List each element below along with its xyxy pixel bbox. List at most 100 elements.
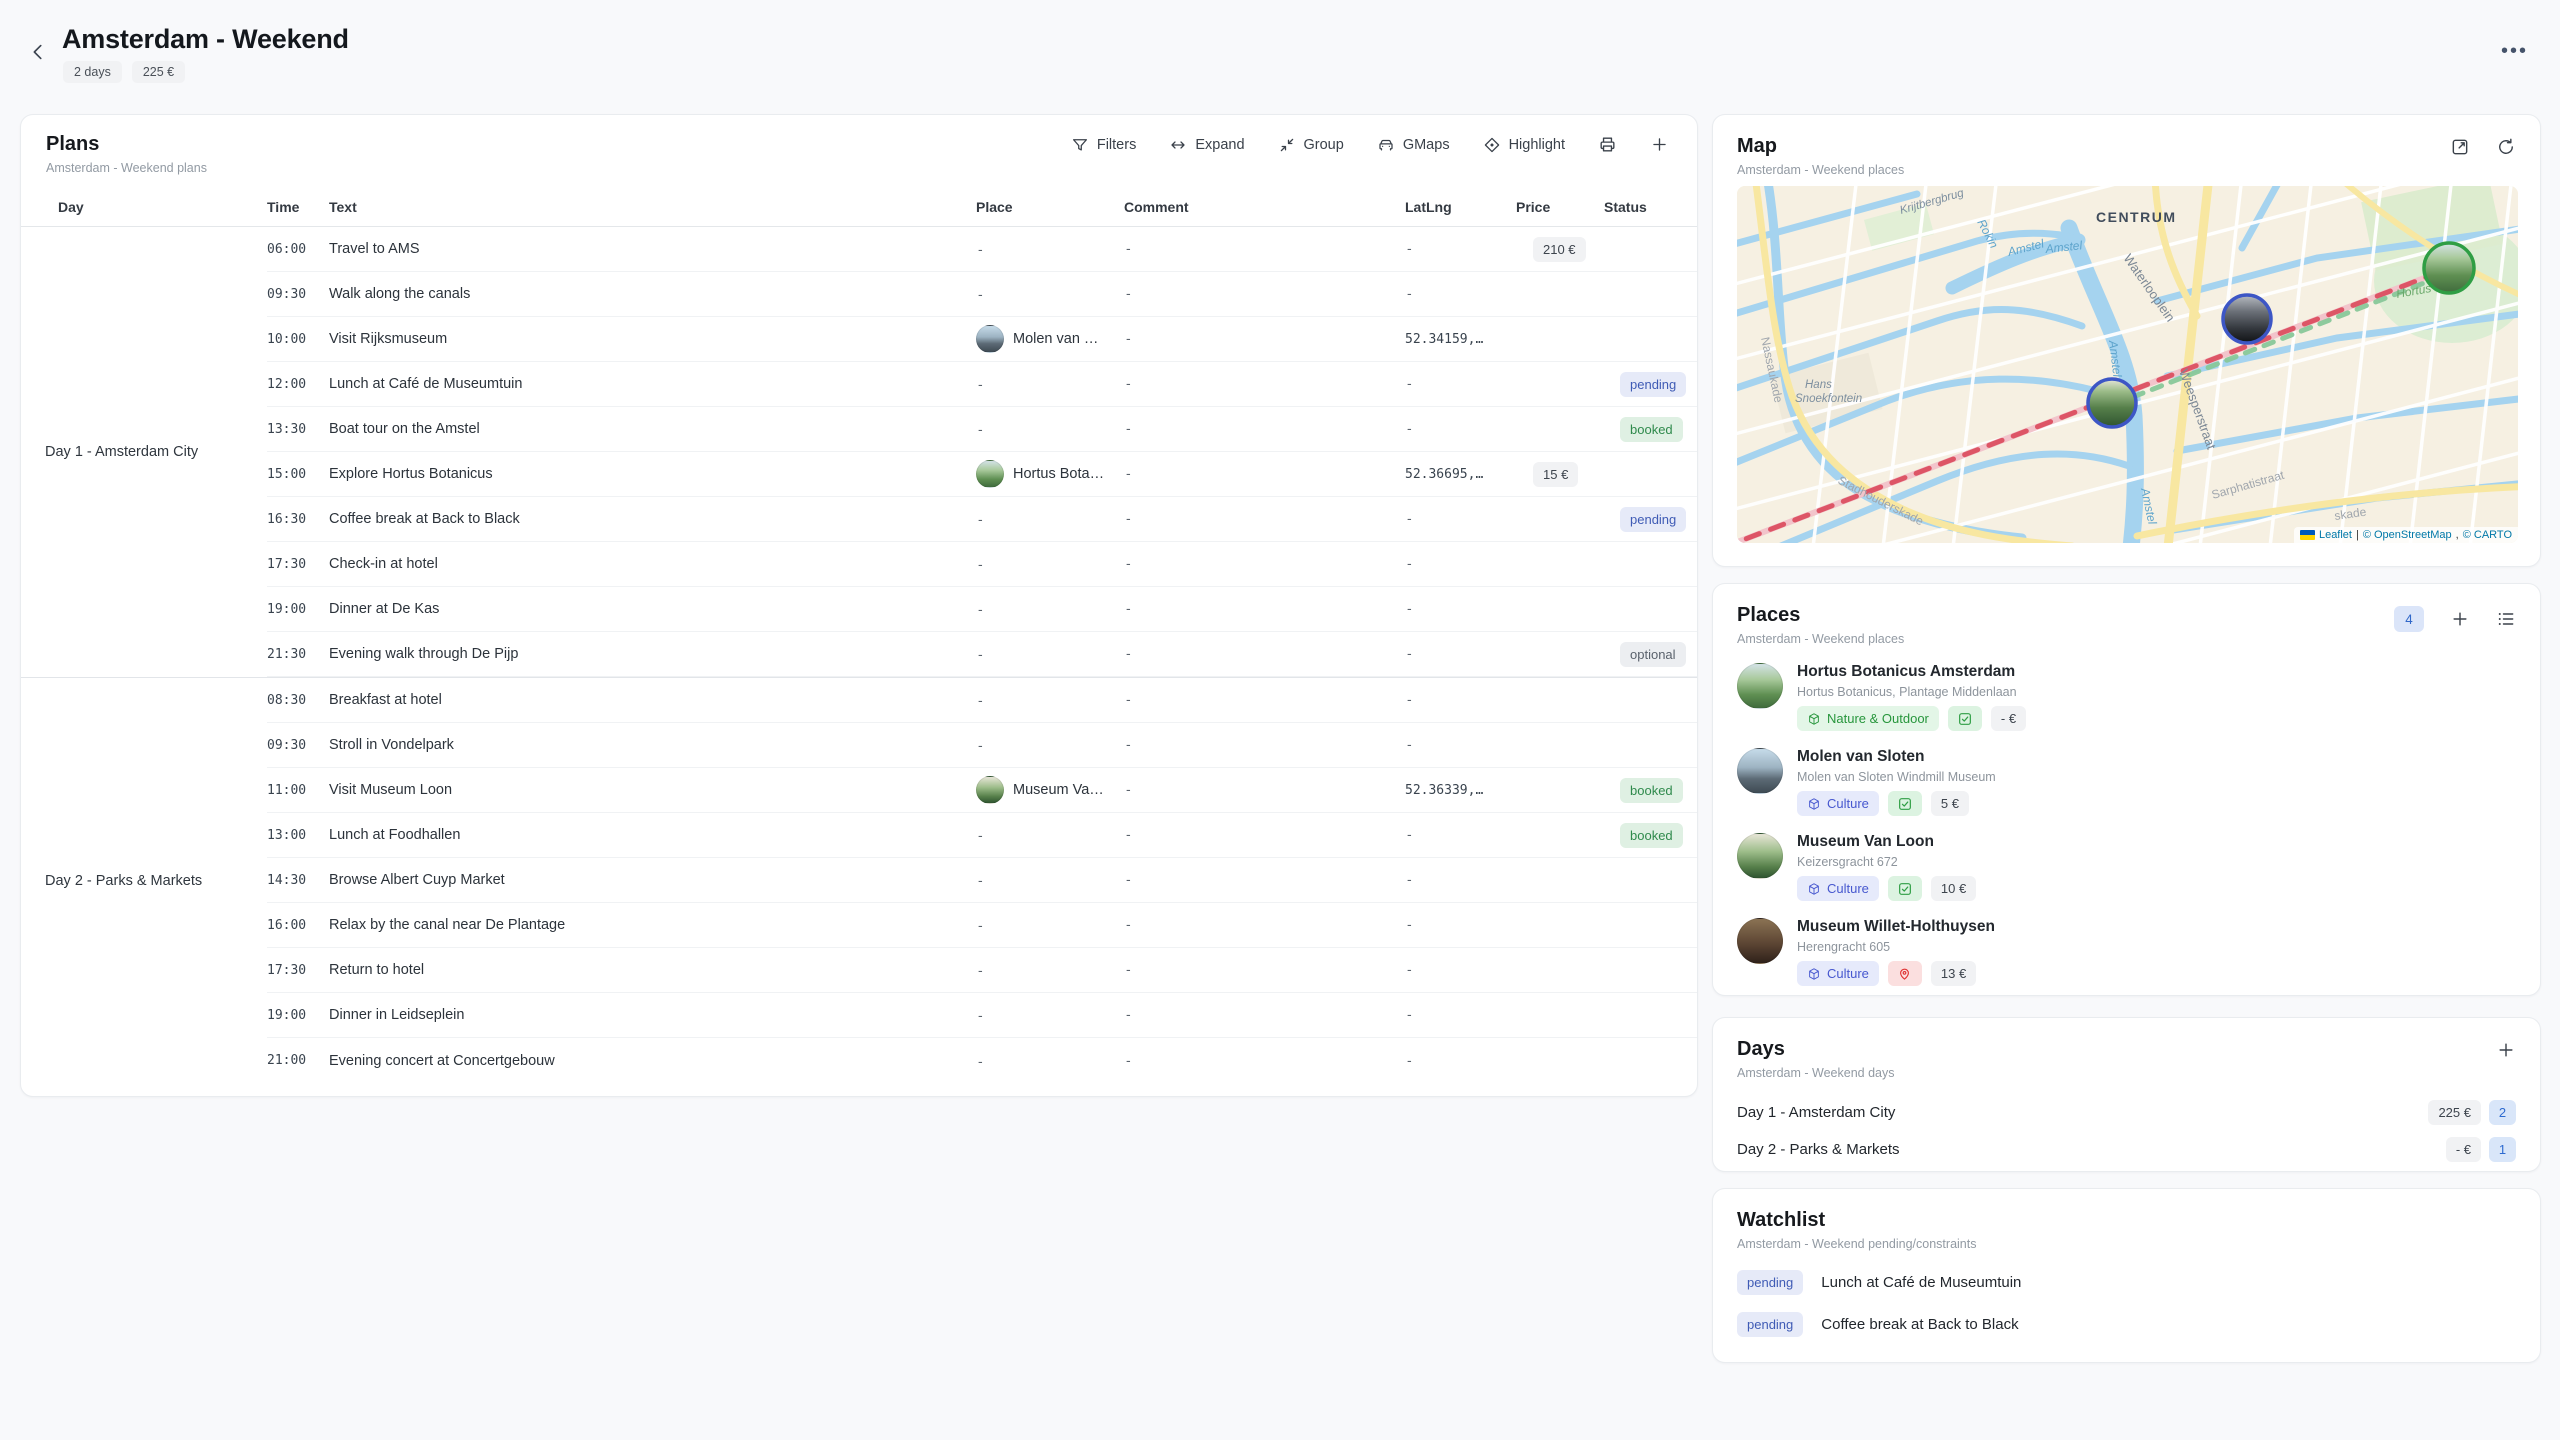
watchlist-header: Watchlist Amsterdam - Weekend pending/co… bbox=[1713, 1189, 2540, 1251]
map-title: Map bbox=[1737, 135, 2516, 158]
toolbar-filters-button[interactable]: Filters bbox=[1071, 136, 1136, 154]
plan-status: pending bbox=[1604, 507, 1698, 532]
plan-day-group: Day 1 - Amsterdam City06:00Travel to AMS… bbox=[21, 227, 1697, 677]
plan-text: Check-in at hotel bbox=[329, 556, 976, 572]
column-header-place[interactable]: Place bbox=[976, 199, 1124, 215]
plan-time: 09:30 bbox=[267, 287, 329, 302]
plan-row[interactable]: 19:00Dinner at De Kas--- bbox=[267, 587, 1698, 632]
plan-time: 16:00 bbox=[267, 918, 329, 933]
empty-value: - bbox=[1124, 1052, 1131, 1068]
plan-place: - bbox=[976, 1007, 1124, 1023]
plan-text: Explore Hortus Botanicus bbox=[329, 466, 976, 482]
toolbar-highlight-label: Highlight bbox=[1509, 137, 1565, 153]
map-label: Hans bbox=[1805, 379, 1832, 391]
carto-link[interactable]: © CARTO bbox=[2463, 529, 2512, 541]
category-tag: Nature & Outdoor bbox=[1797, 706, 1939, 731]
arrows-h-icon bbox=[1169, 136, 1187, 154]
plan-text: Stroll in Vondelpark bbox=[329, 737, 976, 753]
days-panel: Days Amsterdam - Weekend days Day 1 - Am… bbox=[1712, 1017, 2541, 1172]
place-list-item[interactable]: Molen van SlotenMolen van Sloten Windmil… bbox=[1713, 748, 2540, 816]
map-refresh-button[interactable] bbox=[2496, 137, 2516, 157]
print-button[interactable] bbox=[1598, 135, 1617, 154]
empty-value: - bbox=[976, 376, 983, 392]
plan-row[interactable]: 17:30Check-in at hotel--- bbox=[267, 542, 1698, 587]
plan-comment: - bbox=[1124, 691, 1405, 709]
add-plan-button[interactable] bbox=[1650, 135, 1669, 154]
plan-row[interactable]: 13:00Lunch at Foodhallen---booked bbox=[267, 813, 1698, 858]
empty-value: - bbox=[976, 1007, 983, 1023]
place-list-item[interactable]: Museum Van LoonKeizersgracht 672Culture1… bbox=[1713, 833, 2540, 901]
checkbox-icon bbox=[1957, 711, 1973, 727]
plan-row[interactable]: 21:00Evening concert at Concertgebouw--- bbox=[267, 1038, 1698, 1083]
column-header-price[interactable]: Price bbox=[1516, 199, 1604, 215]
add-place-button[interactable] bbox=[2450, 609, 2470, 629]
plan-row[interactable]: 21:30Evening walk through De Pijp---opti… bbox=[267, 632, 1698, 677]
watchlist-item[interactable]: pendingLunch at Café de Museumtuin bbox=[1713, 1263, 2540, 1301]
empty-value: - bbox=[1405, 1006, 1412, 1022]
toolbar-expand-button[interactable]: Expand bbox=[1169, 136, 1244, 154]
empty-value: - bbox=[976, 601, 983, 617]
day-count-badge: 2 bbox=[2489, 1100, 2516, 1125]
column-header-status[interactable]: Status bbox=[1604, 199, 1698, 215]
empty-value: - bbox=[1124, 600, 1131, 616]
plan-row[interactable]: 06:00Travel to AMS---210 € bbox=[267, 227, 1698, 272]
toolbar-highlight-button[interactable]: Highlight bbox=[1483, 136, 1565, 154]
map-canvas[interactable]: KrijtbergbrugRokinAmstelAmstelCENTRUMWat… bbox=[1737, 186, 2518, 543]
add-day-button[interactable] bbox=[2496, 1040, 2516, 1060]
plan-row[interactable]: 08:30Breakfast at hotel--- bbox=[267, 678, 1698, 723]
plan-latlng: - bbox=[1405, 600, 1516, 618]
plan-row[interactable]: 09:30Walk along the canals--- bbox=[267, 272, 1698, 317]
column-header-comment[interactable]: Comment bbox=[1124, 199, 1405, 215]
plan-comment: - bbox=[1124, 826, 1405, 844]
osm-link[interactable]: © OpenStreetMap bbox=[2363, 529, 2452, 541]
plan-row[interactable]: 11:00Visit Museum LoonMuseum Va…-52.3633… bbox=[267, 768, 1698, 813]
column-header-text[interactable]: Text bbox=[329, 199, 976, 215]
plan-row[interactable]: 14:30Browse Albert Cuyp Market--- bbox=[267, 858, 1698, 903]
empty-value: - bbox=[1124, 961, 1131, 977]
leaflet-link[interactable]: Leaflet bbox=[2319, 529, 2352, 541]
back-button[interactable] bbox=[24, 38, 52, 66]
plan-row[interactable]: 09:30Stroll in Vondelpark--- bbox=[267, 723, 1698, 768]
plan-time: 11:00 bbox=[267, 783, 329, 798]
marker-hortus-botanicus[interactable] bbox=[2424, 243, 2474, 293]
marker-museum-garden[interactable] bbox=[2088, 379, 2136, 427]
empty-value: - bbox=[976, 737, 983, 753]
column-header-latlng[interactable]: LatLng bbox=[1405, 199, 1516, 215]
plan-time: 13:30 bbox=[267, 422, 329, 437]
status-badge: optional bbox=[1620, 642, 1686, 667]
day-list-item[interactable]: Day 2 - Parks & Markets- €1 bbox=[1713, 1131, 2540, 1168]
list-icon bbox=[2496, 609, 2516, 629]
place-list-item[interactable]: Hortus Botanicus AmsterdamHortus Botanic… bbox=[1713, 663, 2540, 731]
place-list-item[interactable]: Museum Willet-HolthuysenHerengracht 605C… bbox=[1713, 918, 2540, 986]
marker-museum-interior[interactable] bbox=[2223, 295, 2271, 343]
plan-text: Boat tour on the Amstel bbox=[329, 421, 976, 437]
plan-row[interactable]: 12:00Lunch at Café de Museumtuin---pendi… bbox=[267, 362, 1698, 407]
toolbar-group-button[interactable]: Group bbox=[1278, 136, 1344, 154]
page-title: Amsterdam - Weekend bbox=[62, 24, 349, 55]
plan-row[interactable]: 10:00Visit RijksmuseumMolen van …-52.341… bbox=[267, 317, 1698, 362]
plan-time: 19:00 bbox=[267, 602, 329, 617]
places-list-view-button[interactable] bbox=[2496, 609, 2516, 629]
map-fullscreen-button[interactable] bbox=[2450, 137, 2470, 157]
places-subtitle: Amsterdam - Weekend places bbox=[1737, 632, 2516, 646]
toolbar-gmaps-button[interactable]: GMaps bbox=[1377, 136, 1450, 154]
watchlist-item[interactable]: pendingCoffee break at Back to Black bbox=[1713, 1305, 2540, 1343]
more-menu-button[interactable]: ••• bbox=[2501, 40, 2528, 63]
car-icon bbox=[1377, 136, 1395, 154]
plan-day-group: Day 2 - Parks & Markets08:30Breakfast at… bbox=[21, 677, 1697, 1083]
day-list-item[interactable]: Day 1 - Amsterdam City225 €2 bbox=[1713, 1094, 2540, 1131]
plan-row[interactable]: 13:30Boat tour on the Amstel---booked bbox=[267, 407, 1698, 452]
plan-time: 17:30 bbox=[267, 963, 329, 978]
plan-row[interactable]: 16:30Coffee break at Back to Black---pen… bbox=[267, 497, 1698, 542]
column-header-time[interactable]: Time bbox=[267, 199, 329, 215]
place-address: Keizersgracht 672 bbox=[1797, 855, 1976, 869]
map-header: Map Amsterdam - Weekend places bbox=[1713, 115, 2540, 177]
plan-row[interactable]: 16:00Relax by the canal near De Plantage… bbox=[267, 903, 1698, 948]
column-header-day[interactable]: Day bbox=[21, 199, 267, 215]
plan-row[interactable]: 19:00Dinner in Leidseplein--- bbox=[267, 993, 1698, 1038]
plan-time: 12:00 bbox=[267, 377, 329, 392]
plan-row[interactable]: 17:30Return to hotel--- bbox=[267, 948, 1698, 993]
empty-value: - bbox=[976, 872, 983, 888]
plan-time: 16:30 bbox=[267, 512, 329, 527]
plan-row[interactable]: 15:00Explore Hortus BotanicusHortus Bota… bbox=[267, 452, 1698, 497]
